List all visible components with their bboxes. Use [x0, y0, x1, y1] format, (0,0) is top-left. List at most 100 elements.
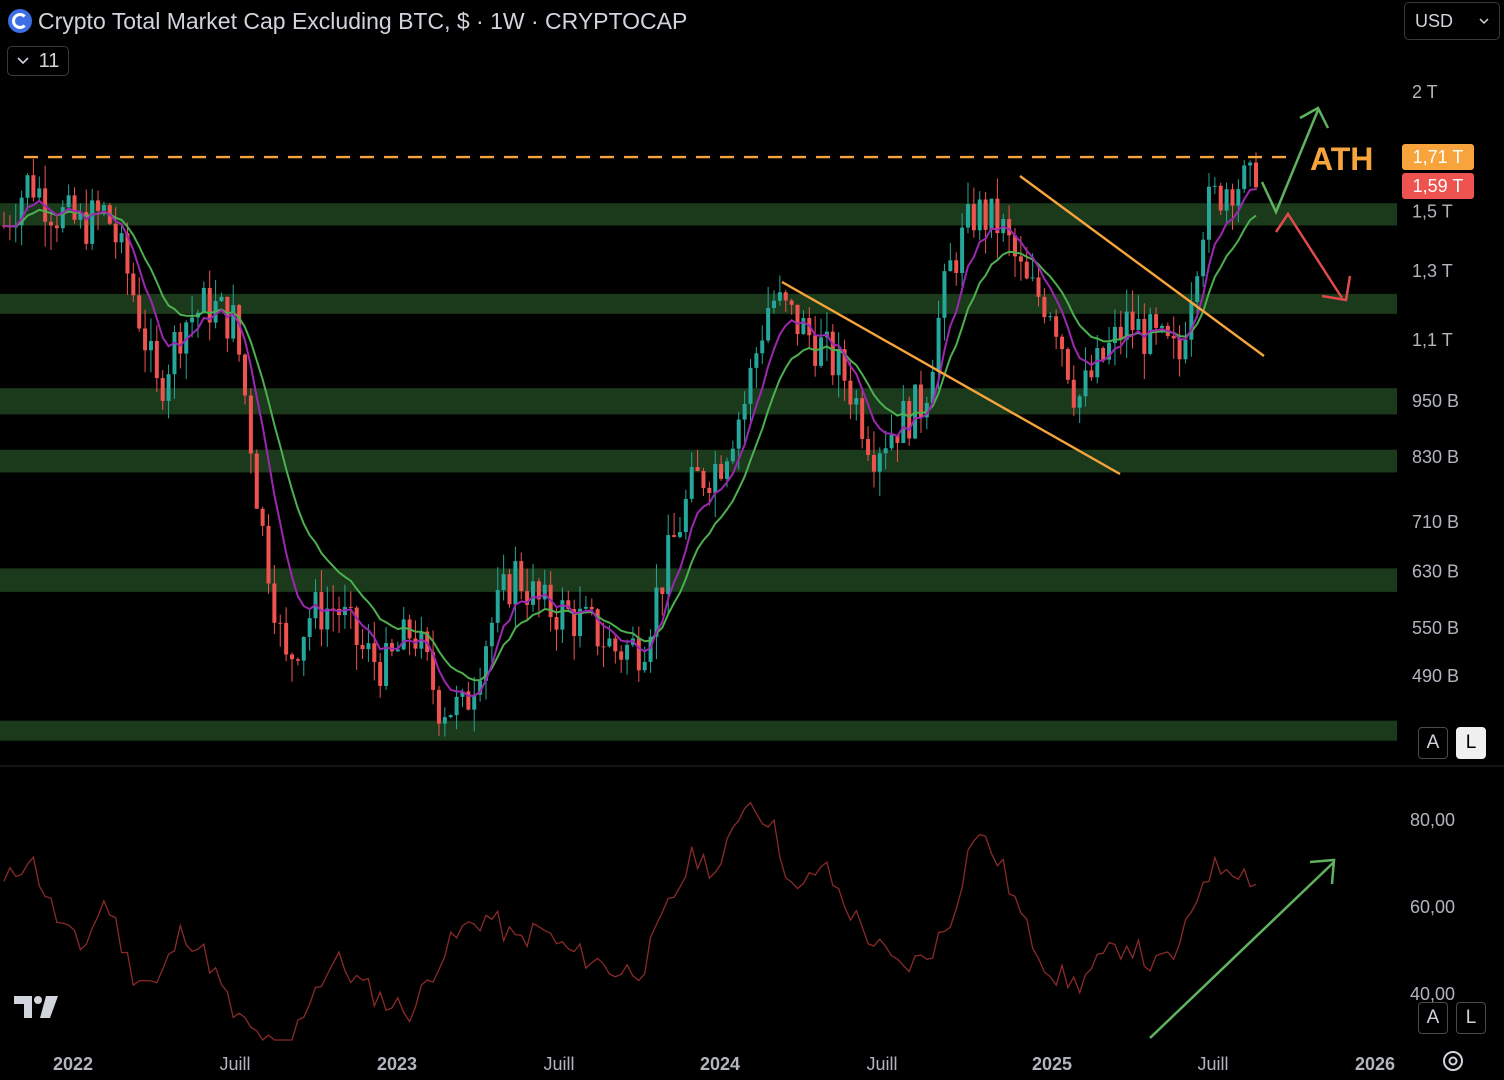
- candle-body: [783, 292, 788, 301]
- candle-body: [860, 398, 865, 439]
- candle-body: [1218, 185, 1223, 211]
- candle-body: [354, 607, 359, 645]
- candle-body: [1224, 189, 1229, 211]
- candle-body: [1154, 314, 1159, 328]
- time-tick-label: 2024: [700, 1054, 740, 1074]
- rsi-log-scale-button[interactable]: L: [1456, 1002, 1486, 1034]
- candle-body: [730, 448, 735, 462]
- indicator-count: 11: [38, 49, 60, 72]
- candle-body: [372, 643, 377, 663]
- gear-icon[interactable]: [1440, 1048, 1466, 1074]
- candle-body: [13, 225, 18, 228]
- candle-body: [431, 652, 436, 690]
- candle-body: [701, 470, 706, 488]
- trendline-2: [1019, 175, 1265, 357]
- rsi-tick-label: 40,00: [1410, 984, 1455, 1004]
- candle-body: [78, 212, 83, 220]
- candle-body: [1095, 348, 1100, 378]
- candle-body: [425, 631, 430, 653]
- candle-body: [1048, 316, 1053, 318]
- candle-body: [795, 304, 800, 335]
- last-price-text: 1,59 T: [1413, 176, 1464, 196]
- price-tick-label: 950 B: [1412, 391, 1459, 411]
- price-tick-label: 2 T: [1412, 82, 1438, 102]
- time-tick-label: 2025: [1032, 1054, 1072, 1074]
- support-zone-2: [0, 388, 1397, 415]
- candle-body: [1030, 277, 1035, 279]
- candle-body: [143, 328, 148, 351]
- candle-body: [877, 453, 882, 472]
- price-chart[interactable]: ATH 2 T 1,5 T 1,3 T 1,1 T 950 B 830 B 710 B 630…: [0, 0, 1504, 1080]
- candle-body: [836, 349, 841, 376]
- candle-body: [96, 200, 101, 211]
- last-price-label: [1402, 173, 1474, 199]
- candle-body: [148, 340, 153, 351]
- time-tick-label: 2022: [53, 1054, 93, 1074]
- candle-body: [313, 592, 318, 619]
- candle-body: [1112, 326, 1117, 344]
- time-tick-label: 2023: [377, 1054, 417, 1074]
- candle-body: [578, 608, 583, 637]
- candle-body: [501, 574, 506, 591]
- candle-body: [819, 337, 824, 366]
- candle-body: [331, 608, 336, 610]
- candle-body: [1089, 370, 1094, 378]
- candle-body: [719, 463, 724, 479]
- ath-price-label: [1402, 144, 1474, 170]
- candle-body: [190, 317, 195, 323]
- candle-body: [977, 199, 982, 231]
- candle-body: [448, 715, 453, 718]
- candle-body: [960, 227, 965, 273]
- candle-body: [260, 508, 265, 526]
- candle-body: [789, 300, 794, 305]
- candle-body: [278, 622, 283, 624]
- support-zone-3: [0, 449, 1397, 473]
- candle-body: [536, 581, 541, 600]
- bullish-arrow: [1260, 106, 1330, 216]
- candle-body: [507, 574, 512, 605]
- candle-body: [101, 205, 106, 211]
- candle-body: [742, 403, 747, 420]
- candle-body: [642, 661, 647, 671]
- candle-body: [666, 535, 671, 594]
- candle-body: [1042, 296, 1047, 318]
- candle-body: [1136, 318, 1141, 331]
- candle-body: [566, 600, 571, 609]
- currency-value: USD: [1415, 10, 1454, 31]
- candle-body: [66, 195, 71, 208]
- candle-body: [419, 631, 424, 649]
- candle-body: [195, 312, 200, 318]
- candle-body: [766, 307, 771, 341]
- candle-body: [1142, 318, 1147, 354]
- currency-select[interactable]: USD: [1404, 2, 1500, 40]
- candle-body: [630, 638, 635, 645]
- candle-body: [166, 374, 171, 401]
- candle-body: [131, 273, 136, 296]
- candle-body: [72, 195, 77, 220]
- indicators-collapse-button[interactable]: 11: [7, 46, 69, 76]
- chart-title: Crypto Total Market Cap Excluding BTC, $…: [38, 7, 688, 34]
- candle-body: [1248, 162, 1253, 166]
- candle-body: [1071, 379, 1076, 408]
- price-tick-label: 490 B: [1412, 666, 1459, 686]
- candle-body: [231, 305, 236, 339]
- candle-body: [913, 384, 918, 439]
- candle-body: [319, 592, 324, 630]
- candle-body: [519, 561, 524, 592]
- log-scale-button[interactable]: L: [1456, 727, 1486, 759]
- auto-scale-button[interactable]: A: [1418, 727, 1448, 759]
- candle-body: [971, 204, 976, 231]
- candle-body: [866, 438, 871, 456]
- candle-body: [1130, 311, 1135, 331]
- price-tick-label: 710 B: [1412, 512, 1459, 532]
- candle-body: [1107, 343, 1112, 360]
- rsi-auto-scale-button[interactable]: A: [1418, 1002, 1448, 1034]
- price-tick-label: 1,3 T: [1412, 261, 1453, 281]
- tradingview-logo-icon[interactable]: [12, 994, 60, 1020]
- candle-body: [672, 535, 677, 537]
- time-tick-label: Juill: [543, 1054, 574, 1074]
- candle-body: [84, 212, 89, 244]
- candle-body: [401, 619, 406, 650]
- support-zone-5: [0, 720, 1397, 741]
- candle-body: [772, 300, 777, 308]
